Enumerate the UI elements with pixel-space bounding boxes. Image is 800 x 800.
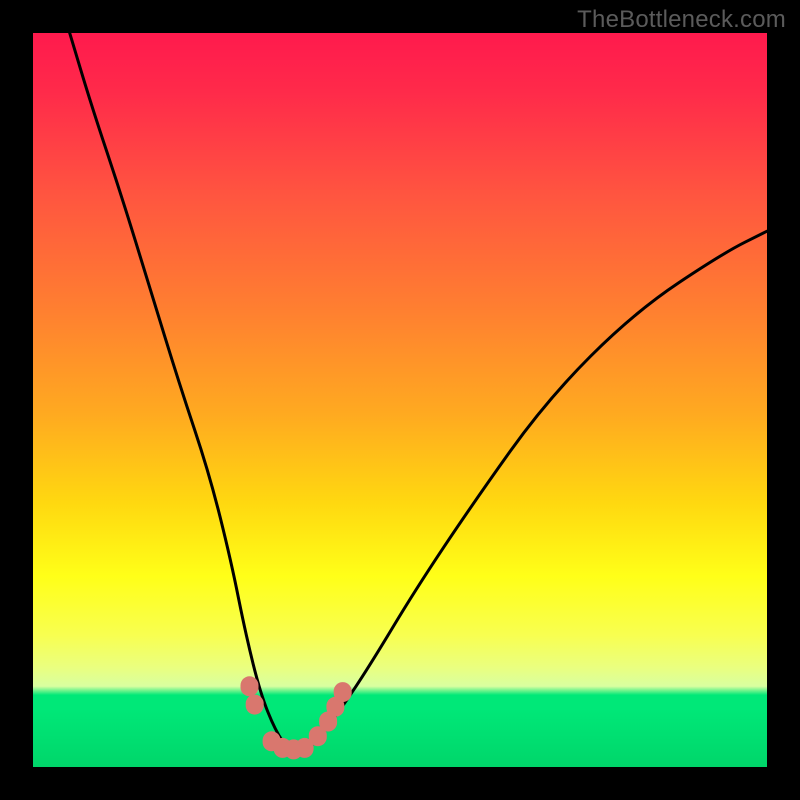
chart-stage: TheBottleneck.com bbox=[0, 0, 800, 800]
watermark-text: TheBottleneck.com bbox=[577, 6, 786, 34]
curve-marker bbox=[241, 676, 259, 696]
curve-markers bbox=[241, 676, 352, 759]
curve-marker bbox=[334, 682, 352, 702]
bottleneck-curve-svg bbox=[33, 33, 767, 767]
curve-marker bbox=[246, 695, 264, 715]
plot-area bbox=[33, 33, 767, 767]
bottleneck-curve-path bbox=[70, 33, 767, 752]
